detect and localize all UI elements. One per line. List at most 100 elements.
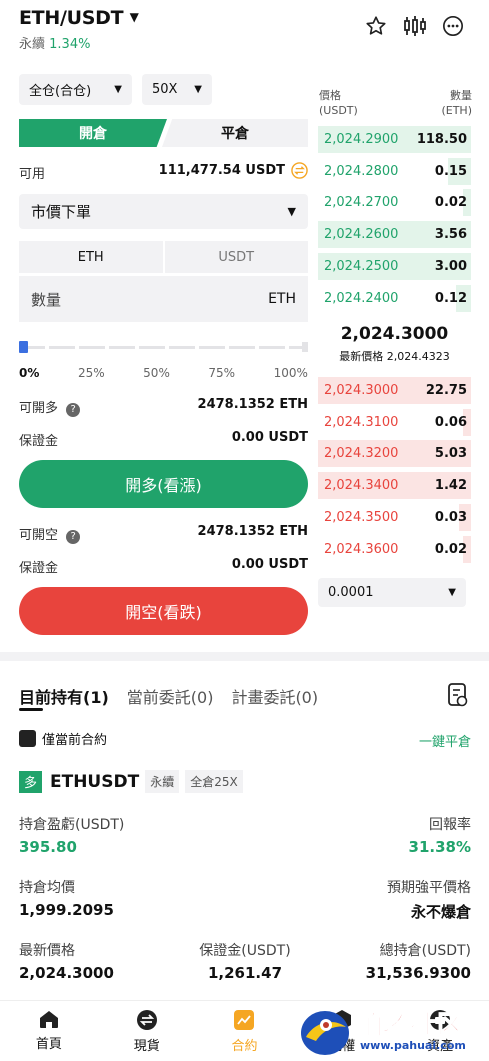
short-max-value: 2478.1352 ETH: [197, 524, 308, 539]
contract-icon: [234, 1010, 255, 1030]
pair-dropdown-icon: ▼: [129, 10, 139, 24]
ask-price: 2,024.3500: [324, 509, 399, 525]
quantity-placeholder: 數量: [31, 290, 62, 309]
bid-row[interactable]: 2,024.2400 0.12: [318, 284, 471, 312]
ask-qty: 1.42: [434, 478, 467, 494]
percent-75[interactable]: 75%: [208, 366, 235, 380]
nav-assets[interactable]: 資產: [391, 1001, 489, 1061]
nav-contract[interactable]: 合約: [196, 1001, 294, 1061]
position-mode-tag: 全倉25X: [185, 770, 243, 793]
bid-price: 2,024.2600: [324, 227, 399, 243]
nav-contract-label: 合約: [231, 1039, 258, 1054]
bid-qty: 0.12: [434, 290, 467, 306]
more-options-icon[interactable]: [442, 15, 464, 37]
percent-marks: 0% 25% 50% 75% 100%: [19, 366, 308, 380]
pnl-label: 持倉盈虧(USDT): [19, 817, 125, 833]
bid-row[interactable]: 2,024.2800 0.15: [318, 157, 471, 185]
tab-close[interactable]: 平倉: [162, 119, 308, 147]
open-long-button[interactable]: 開多(看漲): [19, 460, 308, 508]
precision-select[interactable]: 0.0001 ▼: [318, 578, 466, 607]
percent-100[interactable]: 100%: [274, 366, 308, 380]
short-max-row: 可開空 ?: [19, 524, 81, 544]
pair-subtitle: 永續 1.34%: [19, 33, 90, 52]
tab-open-orders[interactable]: 當前委託(0): [127, 684, 214, 708]
bid-row[interactable]: 2,024.2900 118.50: [318, 126, 471, 153]
section-divider: [0, 652, 489, 661]
roe-value: 31.38%: [408, 838, 471, 856]
pair-title[interactable]: ETH/USDT ▼: [19, 7, 139, 29]
nav-options[interactable]: 期權: [293, 1001, 391, 1061]
percent-50[interactable]: 50%: [143, 366, 170, 380]
slider-thumb[interactable]: [19, 341, 28, 353]
tab-plan-orders[interactable]: 計畫委託(0): [231, 684, 318, 708]
currency-tab-usdt[interactable]: USDT: [164, 241, 308, 273]
contract-type: 永續: [19, 37, 46, 52]
position-tabs: 目前持有(1) 當前委託(0) 計畫委託(0): [19, 684, 318, 708]
leverage-select[interactable]: 50X ▼: [142, 74, 212, 105]
ask-row[interactable]: 2,024.3400 1.42: [318, 472, 471, 500]
available-label: 可用: [19, 167, 46, 182]
nav-home-label: 首頁: [35, 1037, 62, 1052]
bid-row[interactable]: 2,024.2500 3.00: [318, 252, 471, 280]
ask-price: 2,024.3600: [324, 541, 399, 557]
open-short-button[interactable]: 開空(看跌): [19, 587, 308, 635]
nav-spot[interactable]: 現貨: [98, 1001, 196, 1061]
ask-qty: 22.75: [425, 383, 467, 398]
percent-25[interactable]: 25%: [78, 366, 105, 380]
tab-holdings[interactable]: 目前持有(1): [19, 684, 109, 708]
bid-row[interactable]: 2,024.2700 0.02: [318, 189, 471, 217]
currency-tab-eth[interactable]: ETH: [19, 241, 163, 273]
ask-price: 2,024.3400: [324, 478, 399, 494]
nav-assets-label: 資產: [427, 1039, 454, 1054]
ask-price: 2,024.3000: [324, 383, 399, 398]
liq-price-label: 預期強平價格: [387, 880, 471, 896]
ask-qty: 0.02: [434, 541, 467, 557]
tab-open[interactable]: 開倉: [19, 119, 167, 147]
bid-price: 2,024.2800: [324, 163, 399, 179]
current-contract-filter[interactable]: 僅當前合約: [19, 729, 107, 748]
percent-0[interactable]: 0%: [19, 366, 39, 380]
home-icon: [39, 1011, 58, 1028]
order-history-icon[interactable]: [447, 682, 469, 708]
help-icon[interactable]: ?: [66, 530, 81, 544]
nav-home[interactable]: 首頁: [0, 1001, 98, 1061]
bid-qty: 0.02: [434, 195, 467, 211]
help-icon[interactable]: ?: [66, 403, 81, 417]
ask-row[interactable]: 2,024.3000 22.75: [318, 377, 471, 404]
favorite-star-icon[interactable]: [365, 15, 387, 37]
quantity-input[interactable]: 數量 ETH: [19, 276, 308, 322]
order-type-select[interactable]: 市價下單 ▼: [19, 194, 308, 229]
long-max-value: 2478.1352 ETH: [197, 397, 308, 412]
precision-value: 0.0001: [328, 585, 374, 600]
transfer-icon[interactable]: [291, 162, 308, 179]
bid-price: 2,024.2400: [324, 290, 399, 306]
ask-row[interactable]: 2,024.3100 0.06: [318, 408, 471, 436]
position-type-tag: 永續: [145, 770, 180, 793]
percent-slider[interactable]: [19, 341, 308, 353]
price-change: 1.34%: [49, 37, 91, 52]
last-price: 2,024.3000: [340, 324, 449, 344]
long-margin-value: 0.00 USDT: [231, 430, 308, 445]
position-header: 多 ETHUSDT 永續 全倉25X: [19, 770, 243, 793]
bottom-nav: 首頁 現貨 合約 期權 資產: [0, 1000, 489, 1061]
roe-label: 回報率: [429, 817, 471, 833]
nav-options-label: 期權: [329, 1039, 356, 1054]
wallet-icon: [430, 1010, 451, 1030]
long-max-row: 可開多 ?: [19, 397, 81, 417]
last-price-label: 最新價格: [19, 943, 75, 959]
margin-mode-select[interactable]: 全仓(合仓) ▼: [19, 74, 132, 105]
candlestick-chart-icon[interactable]: [403, 15, 427, 37]
options-icon: [333, 1010, 352, 1030]
bid-row[interactable]: 2,024.2600 3.56: [318, 221, 471, 249]
ask-qty: 0.06: [434, 414, 467, 430]
ask-row[interactable]: 2,024.3500 0.03: [318, 503, 471, 531]
checkbox-icon[interactable]: [19, 730, 36, 747]
ask-row[interactable]: 2,024.3600 0.02: [318, 535, 471, 563]
close-all-link[interactable]: 一鍵平倉: [380, 731, 471, 750]
price-header-unit: (USDT): [319, 104, 358, 117]
short-margin-value: 0.00 USDT: [231, 557, 308, 572]
ask-row[interactable]: 2,024.3200 5.03: [318, 440, 471, 468]
qty-header-label: 數量: [450, 89, 472, 102]
mark-price-value: 2,024.4323: [386, 350, 450, 363]
bid-qty: 118.50: [416, 132, 467, 147]
